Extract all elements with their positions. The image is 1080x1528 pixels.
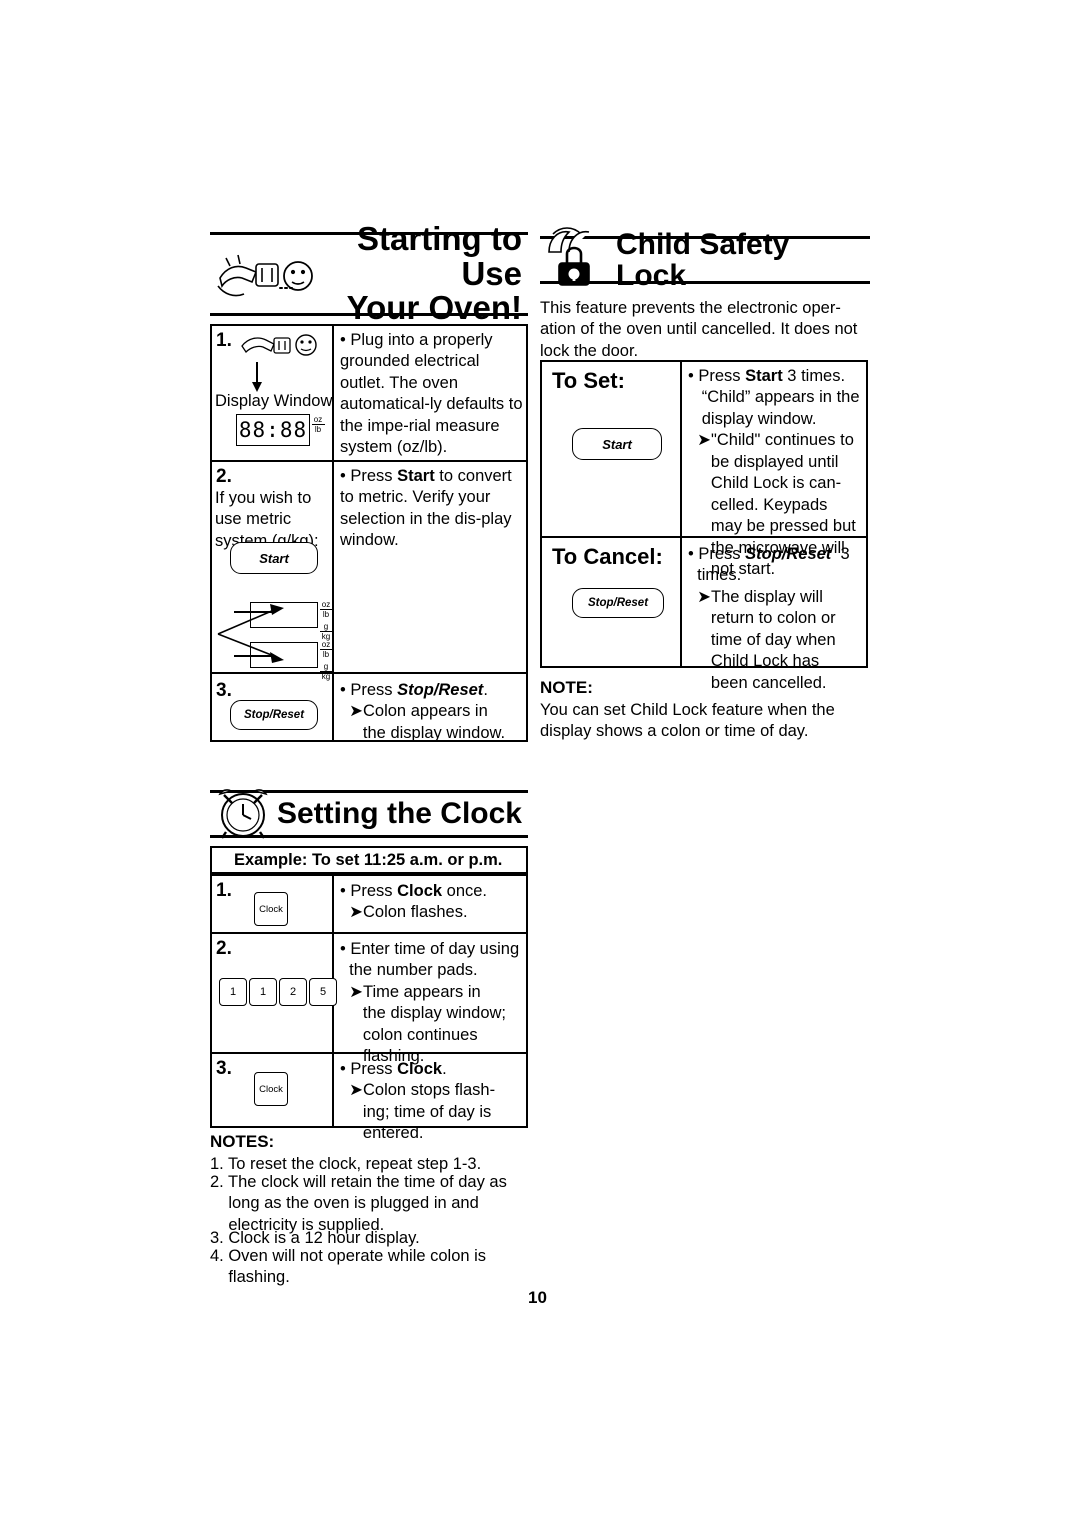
clock-note-4: 4. Oven will not operate while colon is … — [210, 1247, 487, 1287]
unit-lb: lb — [314, 425, 322, 435]
starting-step-2-number: 2. — [216, 466, 232, 487]
starting-step-3-number: 3. — [216, 680, 232, 701]
clock-example-text: Example: To set 11:25 a.m. or p.m. — [234, 851, 503, 869]
unit-kg-2: kg — [321, 672, 331, 682]
child-lock-col-divider — [680, 360, 682, 668]
clock-row-divider-1 — [210, 932, 528, 934]
clock-step-2-text: • Enter time of day using the number pad… — [340, 940, 520, 1066]
clock-key-step3[interactable]: Clock — [254, 1072, 288, 1106]
clock-title: Setting the Clock — [276, 797, 522, 831]
start-key-step2[interactable]: Start — [230, 542, 318, 574]
starting-step-1-text: • Plug into a properly grounded electric… — [340, 331, 523, 457]
display-window-lcd: 88:88 — [236, 414, 310, 446]
to-set-label: To Set: — [552, 368, 625, 393]
clock-step-2-number: 2. — [216, 938, 232, 959]
to-cancel-text: • Press Stop/Reset 3 times. ➤The display… — [688, 545, 850, 692]
down-arrow-step1 — [252, 362, 262, 392]
display-window-label: Display Window — [215, 392, 333, 410]
lcd-units-imperial: oz lb — [310, 415, 326, 434]
clock-step-3-text: • Press Clock. ➤Colon stops flash- ing; … — [340, 1060, 496, 1143]
starting-step-1-number: 1. — [216, 330, 232, 351]
to-cancel-label: To Cancel: — [552, 544, 663, 569]
starting-row-divider-1 — [210, 460, 528, 462]
child-lock-intro: This feature prevents the electronic ope… — [540, 299, 858, 360]
starting-title-line1: Starting to Use — [357, 220, 522, 292]
clock-notes-heading: NOTES: — [210, 1132, 275, 1151]
starting-step-3-text: • Press Stop/Reset. ➤Colon appears in th… — [340, 681, 506, 742]
metric-selection-arrows — [217, 604, 284, 663]
child-lock-title: Child Safety Lock — [616, 227, 790, 292]
padlock-icon — [548, 227, 590, 286]
child-lock-note-text: You can set Child Lock feature when the … — [540, 701, 835, 741]
stop-reset-key-to-cancel[interactable]: Stop/Reset — [572, 588, 664, 618]
alarm-clock-icon — [218, 789, 268, 839]
clock-note-2: 2. The clock will retain the time of day… — [210, 1173, 507, 1234]
starting-title-line2: Your Oven! — [346, 289, 522, 327]
number-key-1b[interactable]: 1 — [249, 978, 277, 1006]
stop-reset-key-step3[interactable]: Stop/Reset — [230, 700, 318, 730]
start-key-to-set[interactable]: Start — [572, 428, 662, 460]
child-lock-note-heading: NOTE: — [540, 678, 593, 697]
clock-key-step1[interactable]: Clock — [254, 892, 288, 926]
plug-icon-step1 — [241, 334, 317, 356]
unit-oz: oz — [313, 415, 323, 424]
number-key-2[interactable]: 2 — [279, 978, 307, 1006]
clock-step-1-text: • Press Clock once. ➤Colon flashes. — [340, 882, 488, 922]
clock-step-3-number: 3. — [216, 1058, 232, 1079]
page-number: 10 — [528, 1288, 547, 1307]
number-key-5[interactable]: 5 — [309, 978, 337, 1006]
starting-row-divider-2 — [210, 672, 528, 674]
number-key-1a[interactable]: 1 — [219, 978, 247, 1006]
starting-step-2-text: • Press Start to convert to metric. Veri… — [340, 467, 512, 550]
plug-outlet-icon — [217, 254, 313, 297]
manual-page: Starting to Use Your Oven! 1. Display Wi… — [0, 0, 1080, 1528]
clock-step-1-number: 1. — [216, 880, 232, 901]
